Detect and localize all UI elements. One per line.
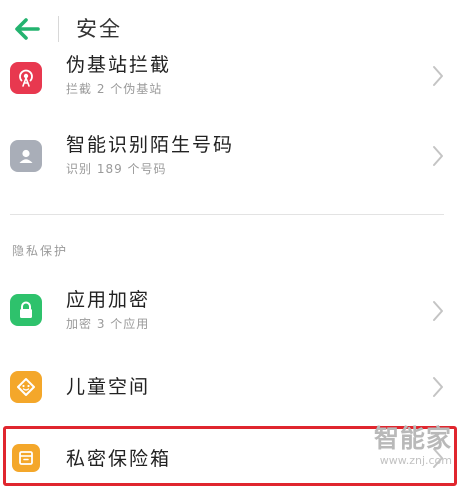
page-title: 安全 [76, 17, 122, 41]
row-subtitle: 识别 189 个号码 [66, 162, 167, 176]
row-title: 应用加密 [66, 289, 151, 311]
settings-row-app-encryption[interactable]: 应用加密 加密 3 个应用 [0, 276, 464, 346]
chevron-right-icon [433, 301, 443, 321]
row-title: 智能识别陌生号码 [66, 134, 235, 156]
back-button[interactable] [10, 14, 44, 44]
chevron-right-icon [433, 377, 443, 397]
section-divider [10, 214, 444, 215]
settings-row-fake-base-station[interactable]: 伪基站拦截 拦截 2 个伪基站 [0, 42, 464, 112]
safe-box-icon [12, 444, 40, 472]
chevron-right-icon [433, 448, 443, 468]
row-subtitle: 拦截 2 个伪基站 [66, 82, 163, 96]
contact-card-icon [10, 140, 42, 172]
section-label-privacy: 隐私保护 [12, 244, 69, 258]
row-title: 儿童空间 [66, 376, 151, 398]
settings-row-kids-space[interactable]: 儿童空间 [0, 352, 464, 422]
signal-tower-icon [10, 62, 42, 94]
row-title: 私密保险箱 [66, 448, 172, 470]
kid-face-icon [10, 371, 42, 403]
settings-row-private-safe[interactable]: 私密保险箱 [0, 424, 464, 494]
row-subtitle: 加密 3 个应用 [66, 317, 150, 331]
settings-row-smart-number-recognition[interactable]: 智能识别陌生号码 识别 189 个号码 [0, 120, 464, 190]
lock-icon [10, 294, 42, 326]
back-arrow-icon [15, 18, 40, 40]
chevron-right-icon [433, 66, 443, 86]
row-title: 伪基站拦截 [66, 54, 172, 76]
header-divider [58, 16, 59, 42]
chevron-right-icon [433, 146, 443, 166]
